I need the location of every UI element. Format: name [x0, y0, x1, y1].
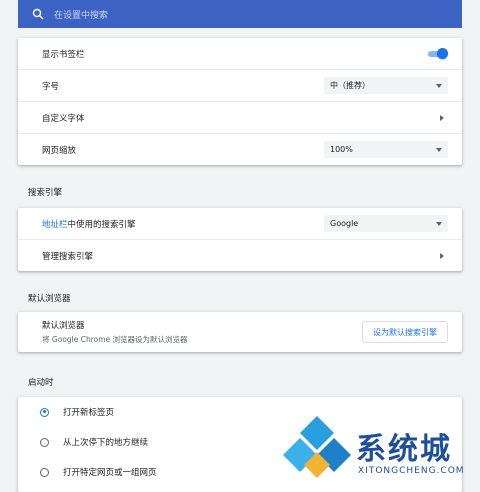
font-size-label: 字号	[42, 81, 60, 92]
font-size-value: 中（推荐）	[330, 81, 370, 90]
page-zoom-row: 网页缩放 100%	[18, 133, 462, 165]
chevron-down-icon	[436, 147, 442, 152]
manage-search-engines-row[interactable]: 管理搜索引擎	[18, 239, 462, 271]
show-bookmarks-bar-label: 显示书签栏	[42, 49, 85, 60]
settings-search-bar[interactable]: 在设置中搜索	[18, 0, 462, 28]
on-startup-section-title: 启动时	[28, 378, 54, 388]
search-icon	[32, 5, 44, 24]
custom-fonts-row[interactable]: 自定义字体	[18, 101, 462, 133]
radio-button-selected[interactable]	[40, 407, 49, 417]
address-bar-engine-row: 地址栏中使用的搜索引擎 Google	[18, 208, 462, 239]
default-browser-title: 默认浏览器	[42, 321, 85, 331]
search-input[interactable]: 在设置中搜索	[54, 8, 108, 21]
default-browser-section-title: 默认浏览器	[28, 294, 71, 304]
page-zoom-value: 100%	[330, 145, 353, 154]
chevron-down-icon	[436, 83, 442, 88]
watermark-logo-icon	[283, 416, 351, 478]
bookmarks-bar-toggle[interactable]	[426, 47, 448, 60]
chevron-right-icon	[440, 252, 444, 259]
search-engine-card: 地址栏中使用的搜索引擎 Google 管理搜索引擎	[18, 208, 462, 271]
address-bar-link[interactable]: 地址栏	[42, 220, 68, 230]
page-zoom-select[interactable]: 100%	[324, 141, 448, 158]
address-bar-label-rest: 中使用的搜索引擎	[67, 219, 136, 230]
chevron-right-icon	[440, 114, 444, 121]
search-engine-value: Google	[330, 219, 359, 228]
default-browser-subtitle: 将 Google Chrome 浏览器设为默认浏览器	[42, 335, 188, 344]
default-browser-card: 默认浏览器 将 Google Chrome 浏览器设为默认浏览器 设为默认搜索引…	[18, 312, 462, 352]
chevron-down-icon	[436, 221, 442, 226]
default-browser-row: 默认浏览器 将 Google Chrome 浏览器设为默认浏览器 设为默认搜索引…	[18, 312, 462, 352]
watermark-url: XITONGCHENG.COM	[358, 466, 465, 476]
watermark-text: 系统城	[356, 432, 452, 467]
page-zoom-label: 网页缩放	[42, 145, 77, 156]
manage-search-engines-label: 管理搜索引擎	[42, 251, 94, 262]
startup-option-label: 从上次停下的地方继续	[63, 438, 149, 448]
font-size-row: 字号 中（推荐）	[18, 69, 462, 101]
show-bookmarks-bar-row[interactable]: 显示书签栏	[18, 38, 462, 69]
font-size-select[interactable]: 中（推荐）	[324, 77, 448, 94]
startup-option-label: 打开特定网页或一组网页	[63, 468, 157, 478]
site-watermark: 系统城 XITONGCHENG.COM	[282, 408, 480, 488]
startup-option-label: 打开新标签页	[63, 408, 115, 418]
appearance-card: 显示书签栏 字号 中（推荐） 自定义字体 网页缩放 100%	[18, 38, 462, 165]
custom-fonts-label: 自定义字体	[42, 113, 85, 124]
address-bar-engine-label: 地址栏中使用的搜索引擎	[42, 218, 324, 230]
radio-button[interactable]	[40, 467, 49, 477]
search-engine-select[interactable]: Google	[324, 215, 448, 232]
search-engine-section-title: 搜索引擎	[28, 188, 63, 198]
make-default-button[interactable]: 设为默认搜索引擎	[362, 321, 448, 343]
radio-button[interactable]	[40, 437, 49, 447]
